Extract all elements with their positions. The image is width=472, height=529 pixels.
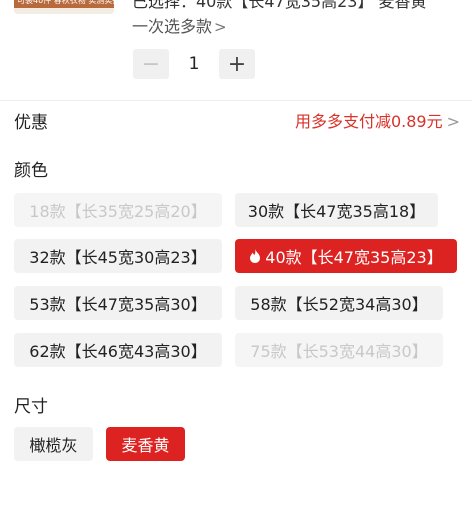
- color-option-label: 53款【长47宽35高30】: [29, 295, 207, 314]
- quantity-value[interactable]: 1: [169, 49, 219, 79]
- multi-select-label: 一次选多款: [132, 17, 213, 36]
- color-option-30[interactable]: 30款【长47宽35高18】: [235, 193, 438, 227]
- chevron-right-icon: >: [446, 112, 460, 131]
- color-option-53[interactable]: 53款【长47宽35高30】: [14, 286, 222, 320]
- size-option-label: 橄榄灰: [29, 436, 78, 455]
- discount-label: 优惠: [14, 113, 48, 133]
- size-option-label: 麦香黄: [121, 436, 170, 455]
- decrease-quantity-button[interactable]: −: [133, 49, 169, 79]
- discount-row[interactable]: 优惠 用多多支付减0.89元 >: [14, 108, 460, 134]
- color-option-40[interactable]: 40款【长47宽35高23】: [235, 239, 457, 273]
- thumbnail-caption: 可装40件 春秋衣物 实测实拍: [14, 0, 114, 8]
- selected-spec-summary: 已选择：40款【长47宽35高23】 麦香黄: [132, 0, 427, 11]
- product-thumbnail[interactable]: 可装40件 春秋衣物 实测实拍: [14, 0, 114, 14]
- color-option-label: 32款【长45宽30高23】: [29, 248, 207, 267]
- multi-select-link[interactable]: 一次选多款 >: [132, 13, 227, 37]
- color-option-label: 62款【长46宽43高30】: [29, 342, 207, 361]
- fire-icon: [250, 249, 261, 263]
- color-option-62[interactable]: 62款【长46宽43高30】: [14, 333, 222, 367]
- color-option-58[interactable]: 58款【长52宽34高30】: [235, 286, 443, 320]
- increase-quantity-button[interactable]: +: [219, 49, 255, 79]
- color-option-label: 18款【长35宽25高20】: [29, 202, 207, 221]
- discount-value-text: 用多多支付减0.89元: [294, 112, 443, 131]
- color-option-label: 58款【长52宽34高30】: [250, 295, 428, 314]
- color-option-18[interactable]: 18款【长35宽25高20】: [14, 193, 222, 227]
- color-option-label: 40款【长47宽35高23】: [265, 248, 443, 267]
- chevron-right-icon: >: [214, 18, 227, 36]
- color-option-75[interactable]: 75款【长53宽44高30】: [235, 333, 443, 367]
- size-option-wheat-yellow[interactable]: 麦香黄: [106, 427, 185, 461]
- quantity-stepper: − 1 +: [133, 49, 255, 79]
- discount-value: 用多多支付减0.89元 >: [295, 108, 460, 132]
- color-option-32[interactable]: 32款【长45宽30高23】: [14, 239, 222, 273]
- divider: [0, 100, 472, 101]
- color-option-label: 75款【长53宽44高30】: [250, 342, 428, 361]
- color-section-title: 颜色: [14, 161, 48, 181]
- size-option-olive-gray[interactable]: 橄榄灰: [14, 427, 93, 461]
- size-section-title: 尺寸: [14, 397, 48, 417]
- color-option-label: 30款【长47宽35高18】: [247, 202, 426, 221]
